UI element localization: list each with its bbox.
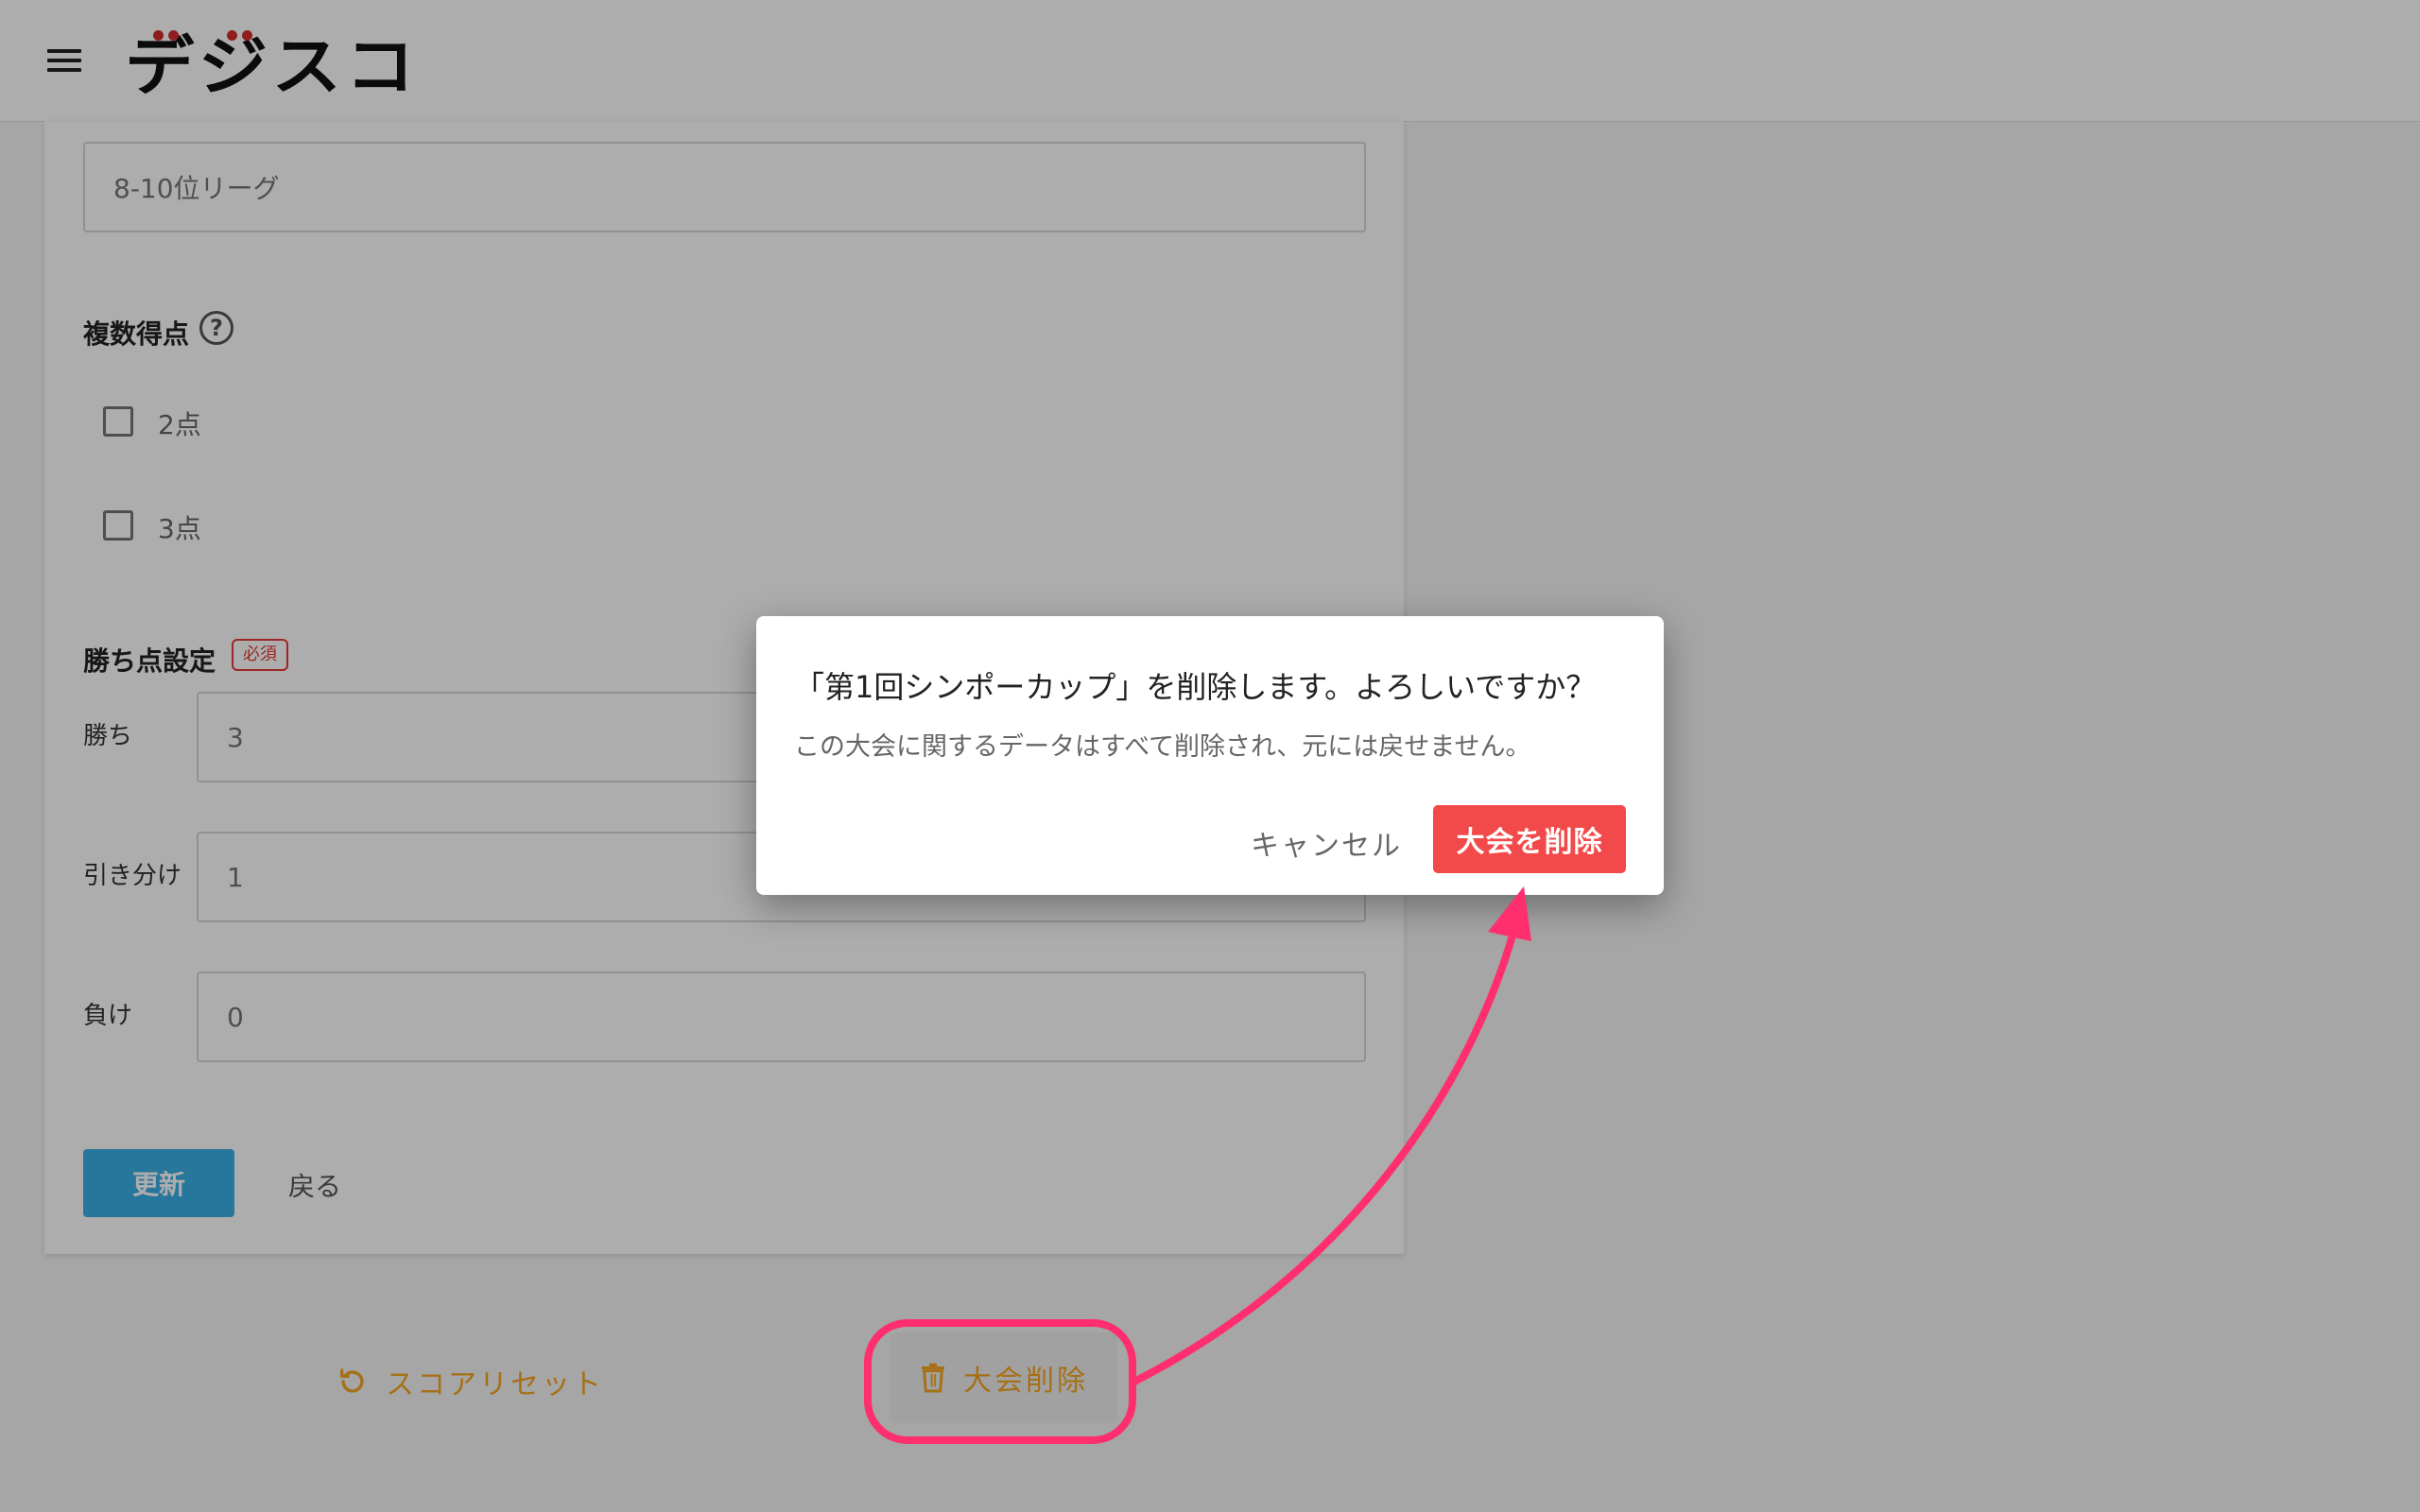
- dialog-message: この大会に関するデータはすべて削除され、元には戻せません。: [794, 732, 1531, 762]
- dialog-title: 「第1回シンポーカップ」を削除します。よろしいですか？: [794, 669, 1597, 705]
- cancel-button[interactable]: キャンセル: [1251, 822, 1402, 864]
- confirm-delete-button[interactable]: 大会を削除: [1433, 805, 1626, 873]
- delete-confirm-dialog: 「第1回シンポーカップ」を削除します。よろしいですか？ この大会に関するデータは…: [756, 616, 1664, 895]
